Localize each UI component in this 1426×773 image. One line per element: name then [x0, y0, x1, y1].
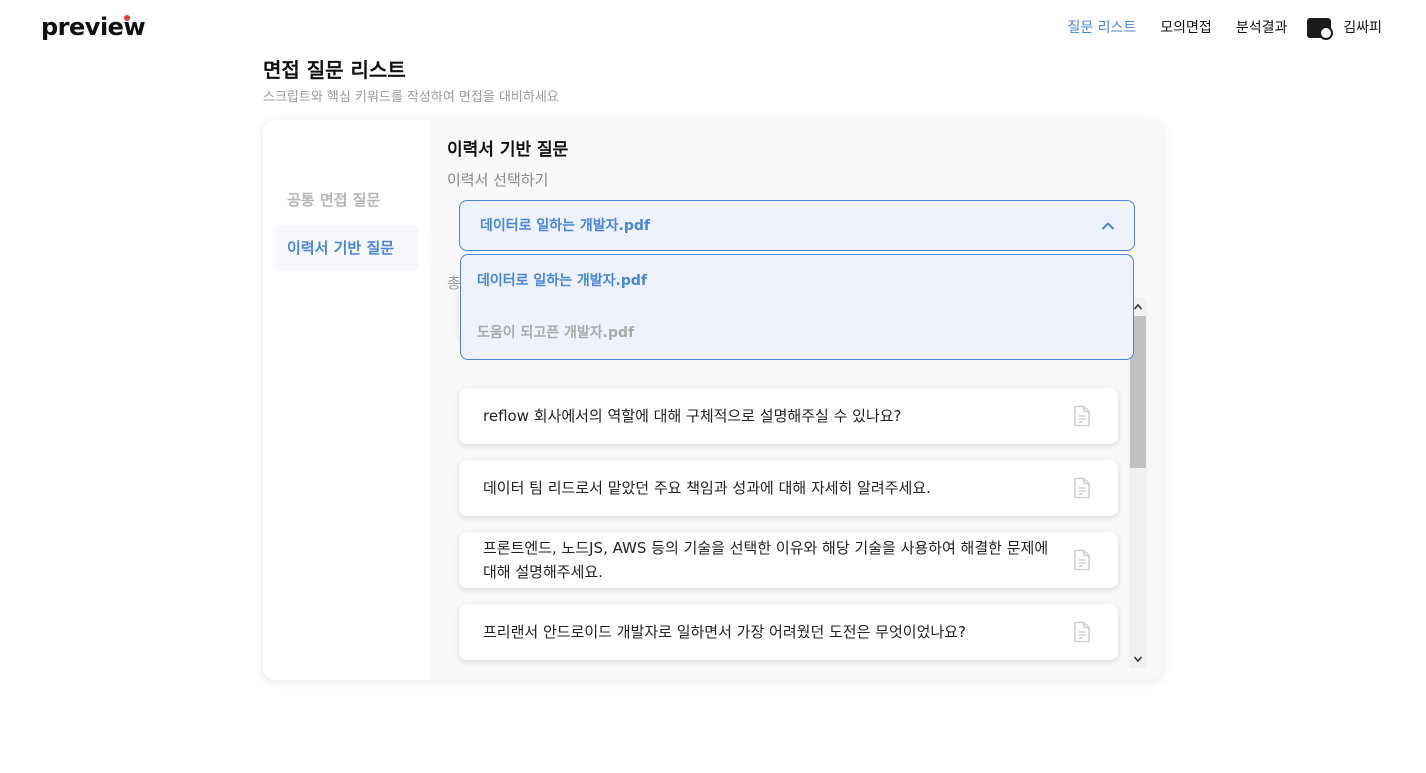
resume-questions-panel: 이력서 기반 질문 이력서 선택하기 데이터로 일하는 개발자.pdf 총 … …	[431, 120, 1163, 680]
nav-analysis-results[interactable]: 분석결과	[1236, 14, 1288, 42]
question-text: 프론트엔드, 노드JS, AWS 등의 기술을 선택한 이유와 해당 기술을 사…	[483, 539, 1049, 581]
question-item[interactable]: 프론트엔드, 노드JS, AWS 등의 기술을 선택한 이유와 해당 기술을 사…	[459, 532, 1118, 588]
dropdown-option-helpful-developer[interactable]: 도움이 되고픈 개발자.pdf	[477, 323, 634, 343]
question-text: reflow 회사에서의 역할에 대해 구체적으로 설명해주실 수 있나요?	[483, 407, 902, 425]
scroll-down-arrow-icon[interactable]	[1133, 654, 1143, 664]
dropdown-option-data-developer[interactable]: 데이터로 일하는 개발자.pdf	[477, 271, 647, 291]
question-item[interactable]: 프리랜서 안드로이드 개발자로 일하면서 가장 어려웠던 도전은 무엇이었나요?	[459, 604, 1118, 660]
sidebar-item-resume-questions[interactable]: 이력서 기반 질문	[275, 225, 419, 271]
resume-select-value: 데이터로 일하는 개발자.pdf	[480, 218, 650, 234]
nav-question-list[interactable]: 질문 리스트	[1067, 14, 1136, 42]
scroll-up-arrow-icon[interactable]	[1133, 302, 1143, 312]
user-avatar-icon[interactable]	[1307, 18, 1334, 40]
logo-dot	[124, 15, 130, 21]
questions-card: 공통 면접 질문 이력서 기반 질문 이력서 기반 질문 이력서 선택하기 데이…	[263, 120, 1163, 680]
preview-logo[interactable]: preview	[41, 12, 146, 42]
nav-mock-interview[interactable]: 모의면접	[1160, 14, 1212, 42]
resume-select-label: 이력서 선택하기	[447, 171, 549, 189]
resume-dropdown-menu: 데이터로 일하는 개발자.pdf 도움이 되고픈 개발자.pdf	[460, 254, 1134, 360]
document-icon[interactable]	[1072, 621, 1092, 643]
resume-select[interactable]: 데이터로 일하는 개발자.pdf	[459, 200, 1135, 251]
username[interactable]: 김싸피	[1343, 14, 1382, 42]
document-icon[interactable]	[1072, 477, 1092, 499]
chevron-up-icon	[1102, 222, 1114, 230]
page-title: 면접 질문 리스트	[263, 58, 406, 82]
main-nav: 질문 리스트 모의면접 분석결과 김싸피	[1043, 14, 1382, 42]
panel-title: 이력서 기반 질문	[447, 140, 569, 160]
page-subtitle: 스크립트와 핵심 키워드를 작성하여 면접을 대비하세요	[263, 90, 559, 105]
question-item[interactable]: 데이터 팀 리드로서 맡았던 주요 책임과 성과에 대해 자세히 알려주세요.	[459, 460, 1118, 516]
top-navigation-bar: preview 질문 리스트 모의면접 분석결과 김싸피	[0, 0, 1426, 56]
question-text: 데이터 팀 리드로서 맡았던 주요 책임과 성과에 대해 자세히 알려주세요.	[483, 479, 931, 497]
sidebar-item-common-questions[interactable]: 공통 면접 질문	[275, 177, 419, 223]
document-icon[interactable]	[1072, 405, 1092, 427]
question-item[interactable]: reflow 회사에서의 역할에 대해 구체적으로 설명해주실 수 있나요?	[459, 388, 1118, 444]
document-icon[interactable]	[1072, 549, 1092, 571]
question-text: 프리랜서 안드로이드 개발자로 일하면서 가장 어려웠던 도전은 무엇이었나요?	[483, 623, 966, 641]
category-sidebar: 공통 면접 질문 이력서 기반 질문	[263, 120, 431, 680]
